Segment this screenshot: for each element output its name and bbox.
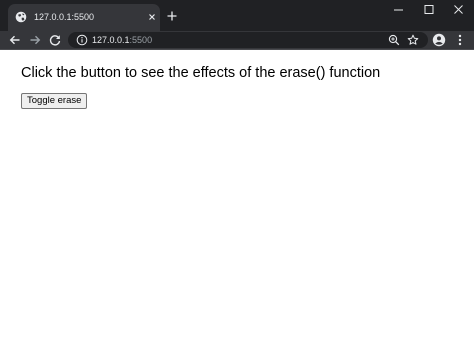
address-url: 127.0.0.1:5500 bbox=[92, 34, 152, 46]
address-bar[interactable]: 127.0.0.1:5500 bbox=[68, 32, 428, 48]
window-close-icon[interactable] bbox=[442, 0, 474, 20]
reload-icon[interactable] bbox=[48, 33, 62, 47]
globe-icon bbox=[15, 11, 27, 23]
browser-toolbar: 127.0.0.1:5500 bbox=[0, 31, 474, 49]
info-icon[interactable] bbox=[76, 34, 88, 46]
kebab-menu-icon[interactable] bbox=[453, 33, 467, 47]
browser-window: 127.0.0.1:5500 127.0.0.1:5500 Click the … bbox=[0, 0, 474, 348]
zoom-in-icon[interactable] bbox=[388, 34, 400, 46]
tab-title: 127.0.0.1:5500 bbox=[34, 12, 95, 22]
account-icon[interactable] bbox=[432, 33, 446, 47]
arrow-right-icon[interactable] bbox=[28, 33, 42, 47]
page-content: Click the button to see the effects of t… bbox=[0, 50, 474, 348]
address-host: 127.0.0.1 bbox=[92, 35, 130, 45]
address-port: :5500 bbox=[129, 35, 153, 45]
browser-tab[interactable]: 127.0.0.1:5500 bbox=[8, 4, 160, 31]
arrow-left-icon[interactable] bbox=[8, 33, 22, 47]
star-icon[interactable] bbox=[407, 34, 419, 46]
maximize-icon[interactable] bbox=[412, 0, 446, 20]
close-icon[interactable] bbox=[146, 11, 158, 23]
page-heading: Click the button to see the effects of t… bbox=[21, 65, 381, 81]
plus-icon[interactable] bbox=[164, 8, 180, 24]
toggle-erase-button[interactable]: Toggle erase bbox=[21, 93, 88, 109]
minimize-icon[interactable] bbox=[382, 0, 416, 20]
title-bar: 127.0.0.1:5500 bbox=[0, 0, 474, 31]
